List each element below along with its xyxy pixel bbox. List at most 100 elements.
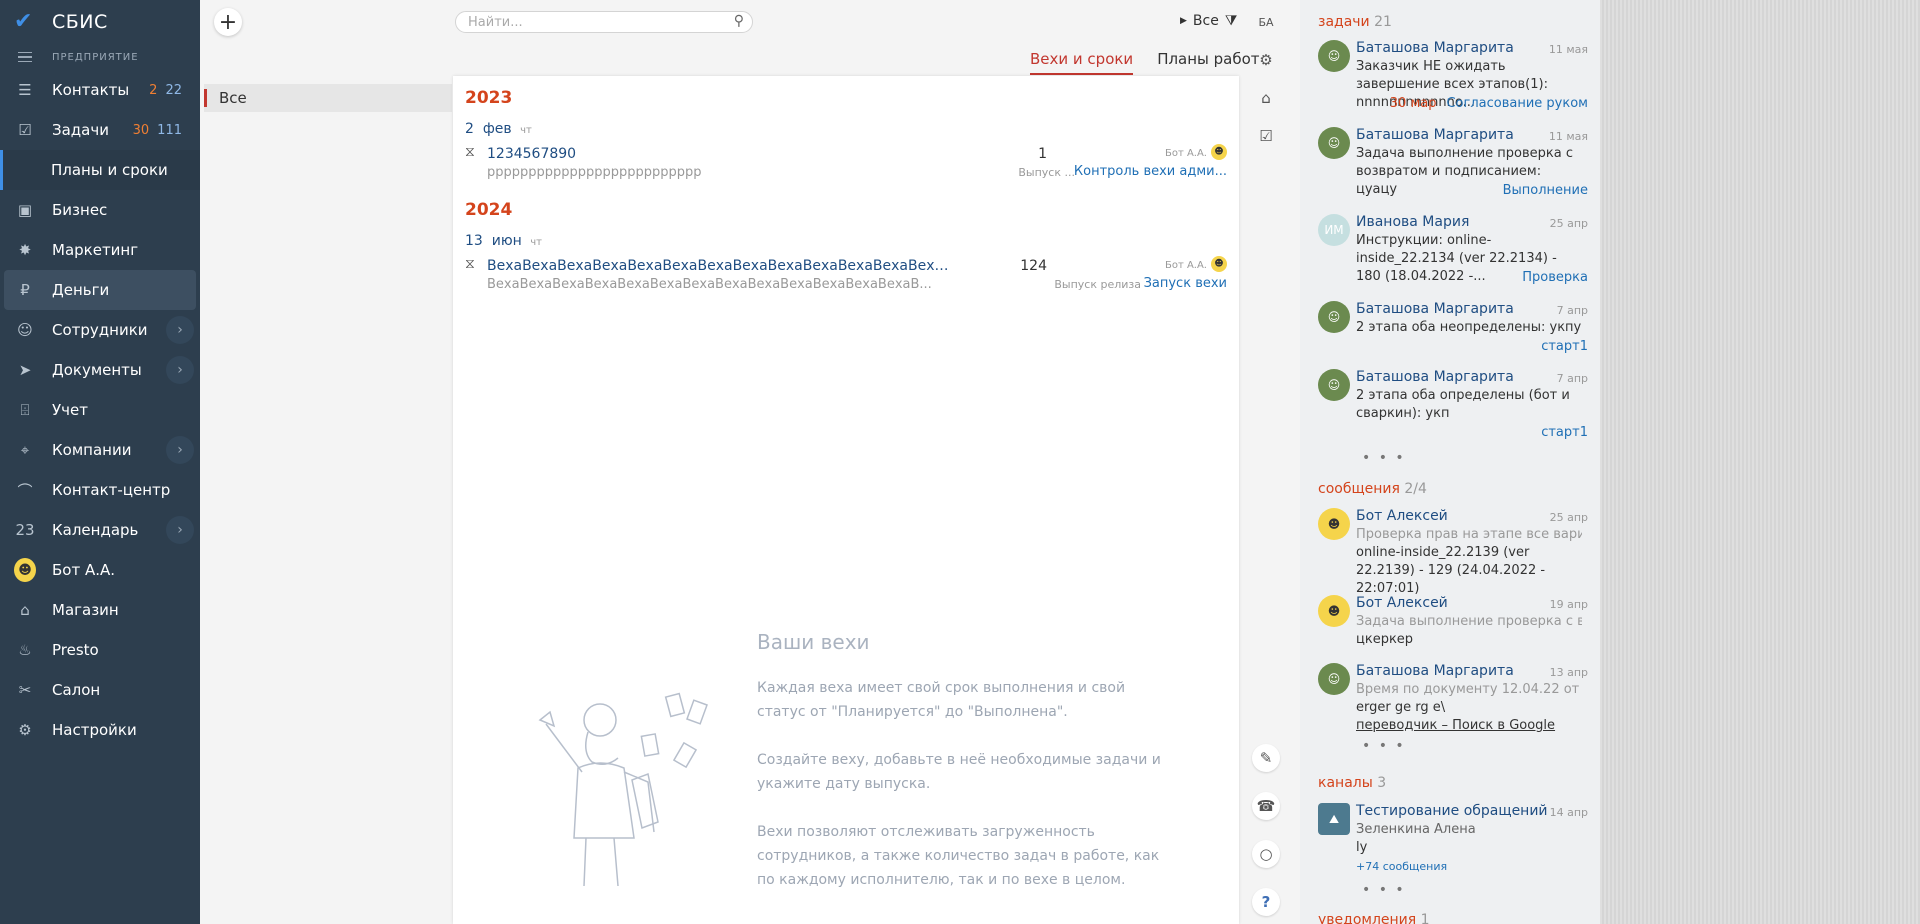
sidebar-item-label: Учет: [52, 401, 88, 419]
filter-dropdown[interactable]: ▶ Все ⧩: [1180, 13, 1237, 29]
sidebar-item[interactable]: ⌂ Магазин: [0, 590, 200, 630]
sidebar-item[interactable]: ☺ Сотрудники ›: [0, 310, 200, 350]
chat-icon[interactable]: ○: [1252, 840, 1280, 868]
app-logo[interactable]: ✔ СБИС: [0, 0, 200, 44]
message-text: erger ge rg e\: [1356, 700, 1446, 715]
sidebar-item-label: Маркетинг: [52, 241, 139, 259]
task-phase-link[interactable]: Проверка: [1522, 270, 1588, 285]
home-icon[interactable]: ⌂: [1252, 84, 1280, 112]
sidebar-item-label: Сотрудники: [52, 321, 148, 339]
task-card[interactable]: ☺ Баташова Маргарита 11 мая Задача выпол…: [1318, 127, 1588, 207]
message-card[interactable]: ☺ Баташова Маргарита 13 апр Время по док…: [1318, 663, 1588, 743]
bot-avatar-icon: ☻: [1318, 595, 1350, 627]
empty-title: Ваши вехи: [757, 630, 870, 654]
sidebar-item[interactable]: ⚙ Настройки: [0, 710, 200, 750]
sbis-logo-icon: ✔: [14, 9, 33, 34]
search-input[interactable]: Найти... ⚲: [455, 11, 753, 33]
section-count: 1: [1420, 912, 1430, 924]
more-tasks-button[interactable]: • • •: [1362, 450, 1406, 466]
chevron-right-icon[interactable]: ›: [166, 316, 194, 344]
filter-item-all[interactable]: Все: [204, 84, 452, 112]
milestone-row[interactable]: ⧖ ВехаВехаВехаВехаВехаВехаВехаВехаВехаВе…: [465, 256, 1227, 296]
note-icon[interactable]: ✎: [1252, 744, 1280, 772]
sidebar-item[interactable]: ⌖ Компании ›: [0, 430, 200, 470]
task-meta: 30 мар Согласование руком: [1390, 96, 1588, 111]
total-count: 111: [157, 122, 182, 138]
hourglass-icon: ⧖: [465, 256, 475, 272]
more-messages-button[interactable]: • • •: [1362, 738, 1406, 754]
channel-author: Зеленкина Алена: [1356, 822, 1476, 837]
message-link[interactable]: переводчик – Поиск в Google: [1356, 717, 1582, 735]
date-month: июн: [491, 233, 522, 249]
phone-icon[interactable]: ☎: [1252, 792, 1280, 820]
message-text: online-inside_22.2139 (ver 22.2139) - 12…: [1356, 545, 1546, 596]
sidebar-item[interactable]: ⌹ Учет: [0, 390, 200, 430]
sidebar-item-label: Настройки: [52, 721, 137, 739]
task-phase-link[interactable]: старт1: [1541, 425, 1588, 440]
channels-section-header[interactable]: каналы 3: [1318, 775, 1386, 791]
task-card[interactable]: ИМ Иванова Мария 25 апр Инструкции: onli…: [1318, 214, 1588, 294]
more-channels-button[interactable]: • • •: [1362, 882, 1406, 898]
hourglass-icon: ⧖: [465, 144, 475, 160]
sidebar-item[interactable]: ☑ Задачи 30 111: [0, 110, 200, 150]
sidebar-item[interactable]: ☰ Контакты 2 22: [0, 70, 200, 110]
chevron-right-icon[interactable]: ›: [166, 436, 194, 464]
help-icon[interactable]: ?: [1252, 888, 1280, 916]
headset-icon: ⌒: [17, 481, 33, 500]
font-size-icon[interactable]: БA: [1252, 8, 1280, 36]
messages-section-header[interactable]: сообщения 2/4: [1318, 481, 1427, 497]
task-card[interactable]: ☺ Баташова Маргарита 7 апр 2 этапа оба н…: [1318, 301, 1588, 361]
date-month: фев: [482, 121, 512, 137]
notifications-section-header[interactable]: уведомления 1: [1318, 912, 1430, 924]
sidebar-item[interactable]: ▣ Бизнес: [0, 190, 200, 230]
milestone-name: 1234567890: [487, 146, 577, 162]
gear-icon[interactable]: ⚙: [1252, 46, 1280, 74]
search-icon[interactable]: ⚲: [734, 13, 744, 29]
chevron-right-icon[interactable]: ›: [166, 516, 194, 544]
milestone-link[interactable]: Контроль вехи адми...: [1074, 164, 1227, 179]
filter-value: Все: [1192, 13, 1219, 29]
sidebar-item[interactable]: ➤ Документы ›: [0, 350, 200, 390]
sidebar-item[interactable]: ☻ Бот А.А.: [0, 550, 200, 590]
milestone-row[interactable]: ⧖ 1234567890 рррррррррррррррррррррррррр …: [465, 144, 1227, 184]
task-phase-link[interactable]: Согласование руком: [1446, 96, 1588, 111]
funnel-icon[interactable]: ⧩: [1225, 13, 1238, 29]
channel-more-link[interactable]: +74 сообщения: [1356, 858, 1582, 876]
sidebar-item[interactable]: 23 Календарь ›: [0, 510, 200, 550]
task-card[interactable]: ☺ Баташова Маргарита 7 апр 2 этапа оба о…: [1318, 369, 1588, 449]
sidebar-item[interactable]: ✂ Салон: [0, 670, 200, 710]
milestone-link[interactable]: Запуск вехи: [1144, 276, 1227, 291]
sidebar-item-label: Контакт-центр: [52, 481, 171, 499]
sidebar-item[interactable]: Планы и сроки: [0, 150, 200, 190]
ruble-icon: ₽: [20, 281, 30, 299]
task-phase-link[interactable]: старт1: [1541, 339, 1588, 354]
sparkle-icon: ✸: [18, 241, 32, 259]
tab-milestones[interactable]: Вехи и сроки: [1030, 50, 1134, 75]
counter: 2 22: [149, 83, 182, 98]
channel-card[interactable]: ⛰ Тестирование обращений 14 апр Зеленкин…: [1318, 803, 1588, 879]
message-time: 19 апр: [1549, 598, 1588, 611]
sidebar-item[interactable]: ₽ Деньги: [4, 270, 196, 310]
notification-panel: задачи 21 ☺ Баташова Маргарита 11 мая За…: [1300, 0, 1600, 924]
tasks-check-icon[interactable]: ☑: [1252, 122, 1280, 150]
chevron-right-icon[interactable]: ›: [166, 356, 194, 384]
channel-time: 14 апр: [1549, 806, 1588, 819]
message-author: Баташова Маргарита: [1356, 663, 1514, 679]
message-card[interactable]: ☻ Бот Алексей 25 апр Проверка прав на эт…: [1318, 508, 1588, 596]
avatar: ИМ: [1318, 214, 1350, 246]
sidebar-item[interactable]: ⌒ Контакт-центр: [0, 470, 200, 510]
new-count: 2: [149, 82, 158, 98]
app-name: СБИС: [52, 11, 108, 33]
message-card[interactable]: ☻ Бот Алексей 19 апр Задача выполнение п…: [1318, 595, 1588, 655]
add-button[interactable]: +: [214, 8, 242, 36]
sidebar-item[interactable]: ♨ Presto: [0, 630, 200, 670]
task-card[interactable]: ☺ Баташова Маргарита 11 мая Заказчик НЕ …: [1318, 40, 1588, 120]
menu-icon[interactable]: [18, 51, 32, 63]
task-phase-link[interactable]: Выполнение: [1503, 183, 1588, 198]
sidebar-item-label: Бизнес: [52, 201, 108, 219]
sidebar-item-label: Документы: [52, 361, 142, 379]
company-switcher[interactable]: ПРЕДПРИЯТИЕ: [0, 44, 200, 70]
section-title: уведомления: [1318, 912, 1417, 924]
sidebar-item[interactable]: ✸ Маркетинг: [0, 230, 200, 270]
tasks-section-header[interactable]: задачи 21: [1318, 14, 1392, 30]
